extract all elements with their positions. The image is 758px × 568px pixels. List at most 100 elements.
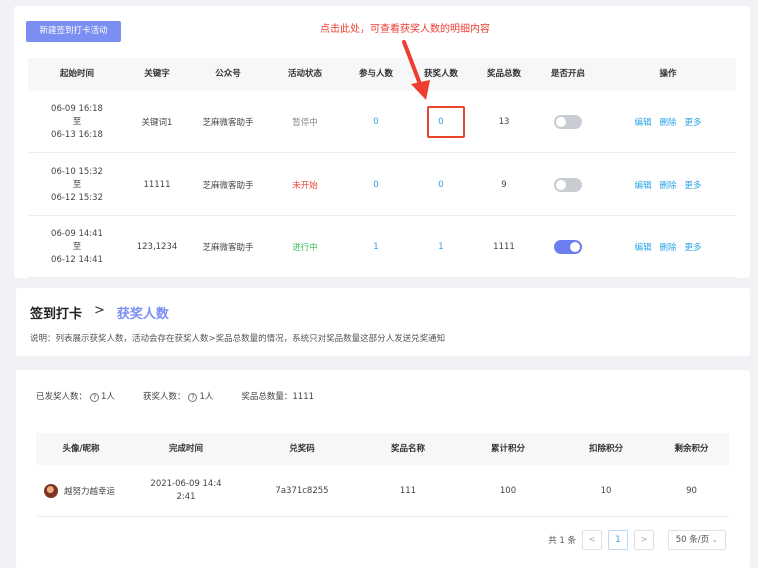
time-separator: 至 [72,116,82,127]
finish-time-line1: 2021-06-09 14:4 [150,479,222,489]
edit-link[interactable]: 编辑 [634,179,651,191]
activity-row: 06-09 14:41 至 06-12 14:41 123,1234 芝麻微客助… [28,216,736,278]
breadcrumb-separator: > [94,303,105,318]
enabled-toggle[interactable] [554,240,582,254]
finish-time-line2: 2:41 [176,492,196,502]
col-account: 公众号 [215,69,241,79]
row-actions: 编辑 删除 更多 [600,154,736,216]
breadcrumb: 签到打卡 > 获奖人数 [30,303,169,322]
participants-link[interactable]: 0 [342,91,410,153]
col-status: 活动状态 [287,69,322,79]
activity-row: 06-09 16:18 至 06-13 16:18 关键词1 芝麻微客助手 暂停… [28,91,736,153]
winners-value: 1人 [199,392,214,402]
nickname: 越努力越幸运 [64,487,116,497]
total-points: 100 [499,486,517,496]
callout-text: 点击此处，可查看获奖人数的明细内容 [320,24,490,35]
edit-link[interactable]: 编辑 [634,241,651,253]
row-actions: 编辑 删除 更多 [600,91,736,153]
total-stat: 奖品总数量：1111 [241,390,314,402]
time-separator: 至 [72,179,82,190]
more-link[interactable]: 更多 [685,116,702,128]
time-range: 06-09 16:18 至 06-13 16:18 [28,91,126,153]
total-label: 奖品总数量： [241,392,293,402]
winners-stat: 获奖人数：? 1人 [143,390,213,402]
activity-row: 06-10 15:32 至 06-12 15:32 11111 芝麻微客助手 未… [28,154,736,216]
pagination: 共 1 条 < 1 > 50 条/页 ⌄ [548,530,726,550]
help-icon[interactable]: ? [188,393,198,402]
edit-link[interactable]: 编辑 [634,116,651,128]
enabled-cell [536,154,600,216]
prize-name: 111 [399,486,417,496]
time-range: 06-10 15:32 至 06-12 15:32 [28,154,126,216]
highlight-box [427,106,465,138]
prizes-count: 1111 [493,242,515,252]
description-note: 说明：列表展示获奖人数，活动会存在获奖人数>奖品总数量的情况，系统只对奖品数量这… [30,334,446,344]
breadcrumb-root[interactable]: 签到打卡 [30,303,82,322]
col-winners: 获奖人数 [423,69,458,79]
col-remaining-points: 剩余积分 [674,444,709,454]
prizes-count: 9 [501,180,507,190]
remaining-points: 90 [686,486,697,496]
delete-link[interactable]: 删除 [659,179,676,191]
participants-link[interactable]: 1 [342,216,410,278]
winners-table-header: 头像/昵称 完成时间 兑奖码 奖品名称 累计积分 扣除积分 剩余积分 [36,433,729,465]
redeem-code: 7a371c8255 [275,486,329,496]
status-badge: 暂停中 [292,118,318,128]
enabled-toggle[interactable] [554,178,582,192]
more-link[interactable]: 更多 [685,179,702,191]
col-prize-name: 奖品名称 [390,444,425,454]
chevron-down-icon: ⌄ [711,535,719,545]
col-finish-time: 完成时间 [168,444,203,454]
account: 芝麻微客助手 [202,243,254,253]
deducted-points: 10 [600,486,612,496]
col-prizes: 奖品总数 [486,69,521,79]
delete-link[interactable]: 删除 [659,241,676,253]
prizes-count: 13 [498,117,510,127]
breadcrumb-current: 获奖人数 [116,307,169,322]
col-participants: 参与人数 [358,69,393,79]
delete-link[interactable]: 删除 [659,116,676,128]
new-checkin-activity-button[interactable]: 新建签到打卡活动 [26,21,121,42]
page-size-select[interactable]: 50 条/页 ⌄ [668,530,726,550]
winners-link[interactable]: 0 [410,154,472,216]
prev-page-button[interactable]: < [582,530,602,550]
sent-label: 已发奖人数： [36,392,88,402]
start-time: 06-10 15:32 [51,166,103,177]
enabled-toggle[interactable] [554,115,582,129]
next-page-button[interactable]: > [634,530,654,550]
winners-label: 获奖人数： [142,392,186,402]
page-1-button[interactable]: 1 [608,530,628,550]
sent-stat: 已发奖人数：? 1人 [36,390,115,402]
col-enabled: 是否开启 [550,69,585,79]
time-separator: 至 [72,241,82,252]
col-deducted-points: 扣除积分 [588,444,623,454]
account: 芝麻微客助手 [202,181,254,191]
col-avatar-nickname: 头像/昵称 [62,444,100,454]
enabled-cell [536,91,600,153]
end-time: 06-12 15:32 [51,192,103,203]
keyword: 123,1234 [136,242,178,252]
participants-link[interactable]: 0 [342,154,410,216]
detail-header-panel: 签到打卡 > 获奖人数 说明：列表展示获奖人数，活动会存在获奖人数>奖品总数量的… [16,288,750,356]
table-row: 越努力越幸运 2021-06-09 14:4 2:41 7a371c8255 1… [36,465,729,517]
start-time: 06-09 16:18 [51,103,103,114]
finish-time: 2021-06-09 14:4 2:41 [126,465,246,517]
page-size-value: 50 条/页 [675,535,710,545]
end-time: 06-12 14:41 [51,254,103,265]
col-total-points: 累计积分 [490,444,525,454]
total-count: 共 1 条 [548,536,576,546]
activity-table-header: 起始时间 关键字 公众号 活动状态 参与人数 获奖人数 奖品总数 是否开启 操作 [28,58,736,91]
col-keyword: 关键字 [144,69,170,79]
col-actions: 操作 [659,69,677,79]
start-time: 06-09 14:41 [51,228,103,239]
winners-link[interactable]: 1 [410,216,472,278]
keyword: 11111 [143,180,171,190]
sent-value: 1人 [101,392,115,402]
help-icon[interactable]: ? [90,393,100,402]
col-code: 兑奖码 [289,444,315,454]
account: 芝麻微客助手 [202,118,254,128]
enabled-cell [536,216,600,278]
total-value: 1111 [292,392,315,402]
more-link[interactable]: 更多 [685,241,702,253]
status-badge: 进行中 [292,243,318,253]
